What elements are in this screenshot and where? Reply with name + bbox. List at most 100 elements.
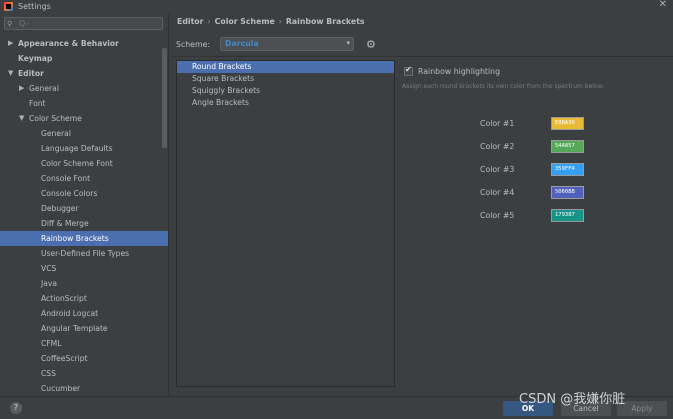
sidebar-item-label: Cucumber bbox=[41, 384, 81, 393]
breadcrumb-item: Color Scheme bbox=[214, 17, 275, 26]
sidebar-item-label: Java bbox=[41, 279, 58, 288]
settings-tree: ▶ Appearance & Behavior Keymap ▼ Editor ▶ Gene… bbox=[0, 36, 168, 396]
sidebar-item-label: Editor bbox=[18, 69, 44, 78]
color-swatch[interactable]: E8BA36 bbox=[551, 116, 584, 130]
breadcrumb-item: Rainbow Brackets bbox=[285, 17, 365, 26]
color-row: Color #5 179387 bbox=[480, 208, 584, 222]
sidebar-item-label: Angular Template bbox=[41, 324, 108, 333]
sidebar-item[interactable]: User-Defined File Types bbox=[0, 246, 168, 261]
bracket-type-item[interactable]: Square Brackets bbox=[177, 73, 394, 85]
scheme-label: Scheme: bbox=[176, 40, 210, 49]
chevron-right-icon[interactable]: ▶ bbox=[19, 81, 24, 96]
sidebar-item[interactable]: Language Defaults bbox=[0, 141, 168, 156]
color-row: Color #2 54A857 bbox=[480, 139, 584, 153]
sidebar-item[interactable]: Font bbox=[0, 96, 168, 111]
sidebar-item[interactable]: ActionScript bbox=[0, 291, 168, 306]
breadcrumb-separator-icon: › bbox=[278, 17, 282, 26]
sidebar-item-label: Color Scheme Font bbox=[41, 159, 113, 168]
sidebar-item[interactable]: ▼ Editor bbox=[0, 66, 168, 81]
color-row: Color #4 5060BB bbox=[480, 185, 584, 199]
color-swatch[interactable]: 179387 bbox=[551, 208, 584, 222]
sidebar-item[interactable]: ▶ General bbox=[0, 81, 168, 96]
sidebar-item[interactable]: Android Logcat bbox=[0, 306, 168, 321]
color-label: Color #4 bbox=[480, 187, 515, 197]
sidebar-item-label: Rainbow Brackets bbox=[41, 234, 109, 243]
search-field[interactable]: ⚲ bbox=[4, 17, 163, 30]
check-icon: ✔ bbox=[405, 65, 412, 74]
color-label: Color #3 bbox=[480, 164, 515, 174]
bracket-type-item[interactable]: Round Brackets bbox=[177, 61, 394, 73]
brackets-list: Round Brackets Square Brackets Squiggly Br… bbox=[176, 60, 395, 387]
sidebar-item-label: Appearance & Behavior bbox=[18, 39, 119, 48]
sidebar-item-label: ActionScript bbox=[41, 294, 87, 303]
help-button[interactable]: ? bbox=[10, 402, 22, 414]
sidebar-item-label: VCS bbox=[41, 264, 57, 273]
chevron-down-icon: ▾ bbox=[346, 39, 350, 47]
sidebar-item-label: CoffeeScript bbox=[41, 354, 88, 363]
sidebar-item[interactable]: Console Font bbox=[0, 171, 168, 186]
bracket-type-item[interactable]: Squiggly Brackets bbox=[177, 85, 394, 97]
sidebar-item-label: Console Font bbox=[41, 174, 91, 183]
chevron-right-icon[interactable]: ▶ bbox=[8, 36, 13, 51]
color-label: Color #5 bbox=[480, 210, 515, 220]
sidebar-item-label: General bbox=[41, 129, 71, 138]
color-swatch[interactable]: 54A857 bbox=[551, 139, 584, 153]
settings-sidebar: ⚲ ▶ Appearance & Behavior Keymap ▼ Editor ▶ Ge… bbox=[0, 13, 169, 396]
rainbow-highlighting-label: Rainbow highlighting bbox=[418, 67, 501, 76]
sidebar-item[interactable]: Angular Template bbox=[0, 321, 168, 336]
sidebar-item[interactable]: Diff & Merge bbox=[0, 216, 168, 231]
sidebar-item[interactable]: CoffeeScript bbox=[0, 351, 168, 366]
sidebar-item[interactable]: Console Colors bbox=[0, 186, 168, 201]
window-title: Settings bbox=[18, 1, 51, 11]
sidebar-item-label: General bbox=[29, 84, 59, 93]
gear-icon[interactable]: ⚙ bbox=[366, 38, 376, 51]
sidebar-item-label: Color Scheme bbox=[29, 114, 82, 123]
sidebar-item[interactable]: Java bbox=[0, 276, 168, 291]
scheme-value: Darcula bbox=[225, 39, 259, 48]
hint-text: Assign each round brackets its own color… bbox=[402, 83, 605, 90]
title-bar: Settings ✕ bbox=[0, 0, 673, 12]
sidebar-item-label: Font bbox=[29, 99, 46, 108]
sidebar-item-label: User-Defined File Types bbox=[41, 249, 130, 258]
sidebar-item-label: Debugger bbox=[41, 204, 79, 213]
color-swatch[interactable]: 359FF4 bbox=[551, 162, 584, 176]
sidebar-item[interactable]: Color Scheme Font bbox=[0, 156, 168, 171]
color-swatch[interactable]: 5060BB bbox=[551, 185, 584, 199]
watermark: CSDN @我嫌你脏 bbox=[519, 392, 626, 407]
rainbow-highlighting-row[interactable]: ✔ Rainbow highlighting bbox=[404, 65, 501, 76]
bracket-type-item[interactable]: Angle Brackets bbox=[177, 97, 394, 109]
sidebar-item-label: Console Colors bbox=[41, 189, 98, 198]
breadcrumb: Editor › Color Scheme › Rainbow Brackets bbox=[177, 17, 365, 26]
sidebar-item[interactable]: Debugger bbox=[0, 201, 168, 216]
main-panel: Editor › Color Scheme › Rainbow Brackets Sch… bbox=[170, 13, 673, 396]
sidebar-scrollbar[interactable] bbox=[162, 48, 167, 148]
divider bbox=[170, 56, 673, 57]
sidebar-item-label: Keymap bbox=[18, 54, 53, 63]
sidebar-item[interactable]: CFML bbox=[0, 336, 168, 351]
sidebar-item-label: CSS bbox=[41, 369, 56, 378]
sidebar-item[interactable]: Rainbow Brackets bbox=[0, 231, 168, 246]
scheme-dropdown[interactable]: Darcula ▾ bbox=[220, 37, 354, 51]
color-label: Color #2 bbox=[480, 141, 515, 151]
sidebar-item-label: CFML bbox=[41, 339, 62, 348]
sidebar-item[interactable]: ▼ Color Scheme bbox=[0, 111, 168, 126]
sidebar-item[interactable]: VCS bbox=[0, 261, 168, 276]
close-icon[interactable]: ✕ bbox=[659, 0, 667, 10]
color-row: Color #3 359FF4 bbox=[480, 162, 584, 176]
sidebar-item[interactable]: Cucumber bbox=[0, 381, 168, 396]
chevron-down-icon[interactable]: ▼ bbox=[8, 66, 13, 81]
rainbow-highlighting-checkbox[interactable]: ✔ bbox=[404, 65, 413, 76]
sidebar-item[interactable]: General bbox=[0, 126, 168, 141]
sidebar-item[interactable]: ▶ Appearance & Behavior bbox=[0, 36, 168, 51]
breadcrumb-item: Editor bbox=[177, 17, 204, 26]
color-label: Color #1 bbox=[480, 118, 515, 128]
sidebar-item[interactable]: Keymap bbox=[0, 51, 168, 66]
app-logo-icon bbox=[4, 1, 13, 11]
sidebar-item[interactable]: CSS bbox=[0, 366, 168, 381]
sidebar-item-label: Language Defaults bbox=[41, 144, 113, 153]
breadcrumb-separator-icon: › bbox=[207, 17, 211, 26]
chevron-down-icon[interactable]: ▼ bbox=[19, 111, 24, 126]
search-input[interactable] bbox=[19, 18, 159, 29]
color-row: Color #1 E8BA36 bbox=[480, 116, 584, 130]
sidebar-item-label: Android Logcat bbox=[41, 309, 99, 318]
